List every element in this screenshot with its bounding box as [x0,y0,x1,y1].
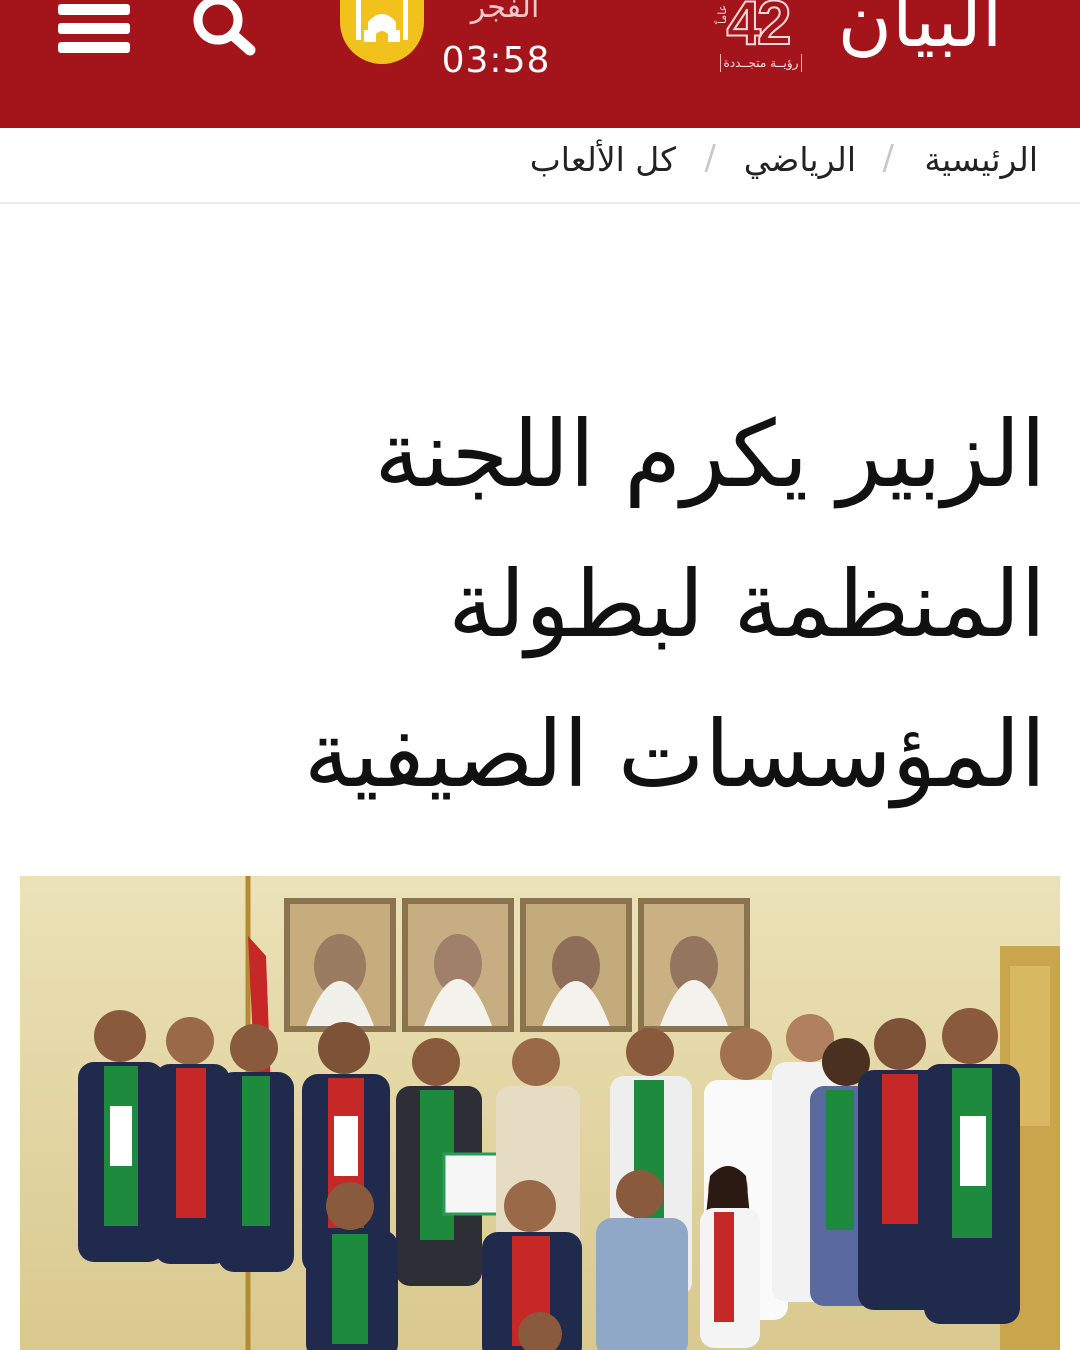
mosque-icon[interactable] [340,0,424,64]
menu-bar [58,4,130,15]
prayer-name: الفجر [470,0,540,25]
breadcrumb-separator: / [704,138,716,178]
portrait-frame [402,898,514,1032]
breadcrumb-sports[interactable]: الرياضي [744,140,856,179]
breadcrumb-separator: / [882,138,894,178]
anniversary-years-label: عاماً [716,4,729,24]
menu-bar [58,42,130,53]
site-logo[interactable]: البيان [812,0,1028,64]
anniversary-slogan: رؤيــة متجــددة [720,54,802,72]
portrait-frame [520,898,632,1032]
site-header: الفجر 03:58 42 عاماً رؤيــة متجــددة الب… [0,0,1080,128]
search-icon[interactable] [190,0,260,58]
article-title-line: المؤسسات الصيفية [303,701,1046,808]
breadcrumb: الرئيسية / الرياضي / كل الألعاب [0,128,1080,204]
article-title-line: المنظمة لبطولة [448,551,1046,658]
article-title: الزبير يكرم اللجنة المنظمة لبطولة المؤسس… [146,380,1046,830]
prayer-time: 03:58 [441,40,551,81]
hamburger-menu-icon[interactable] [58,0,130,56]
breadcrumb-home[interactable]: الرئيسية [924,140,1038,179]
portrait-frame [284,898,396,1032]
menu-bar [58,23,130,34]
article-title-line: الزبير يكرم اللجنة [374,401,1046,508]
breadcrumb-all-games[interactable]: كل الألعاب [530,140,676,179]
article-photo [20,876,1060,1350]
portrait-frame [638,898,750,1032]
